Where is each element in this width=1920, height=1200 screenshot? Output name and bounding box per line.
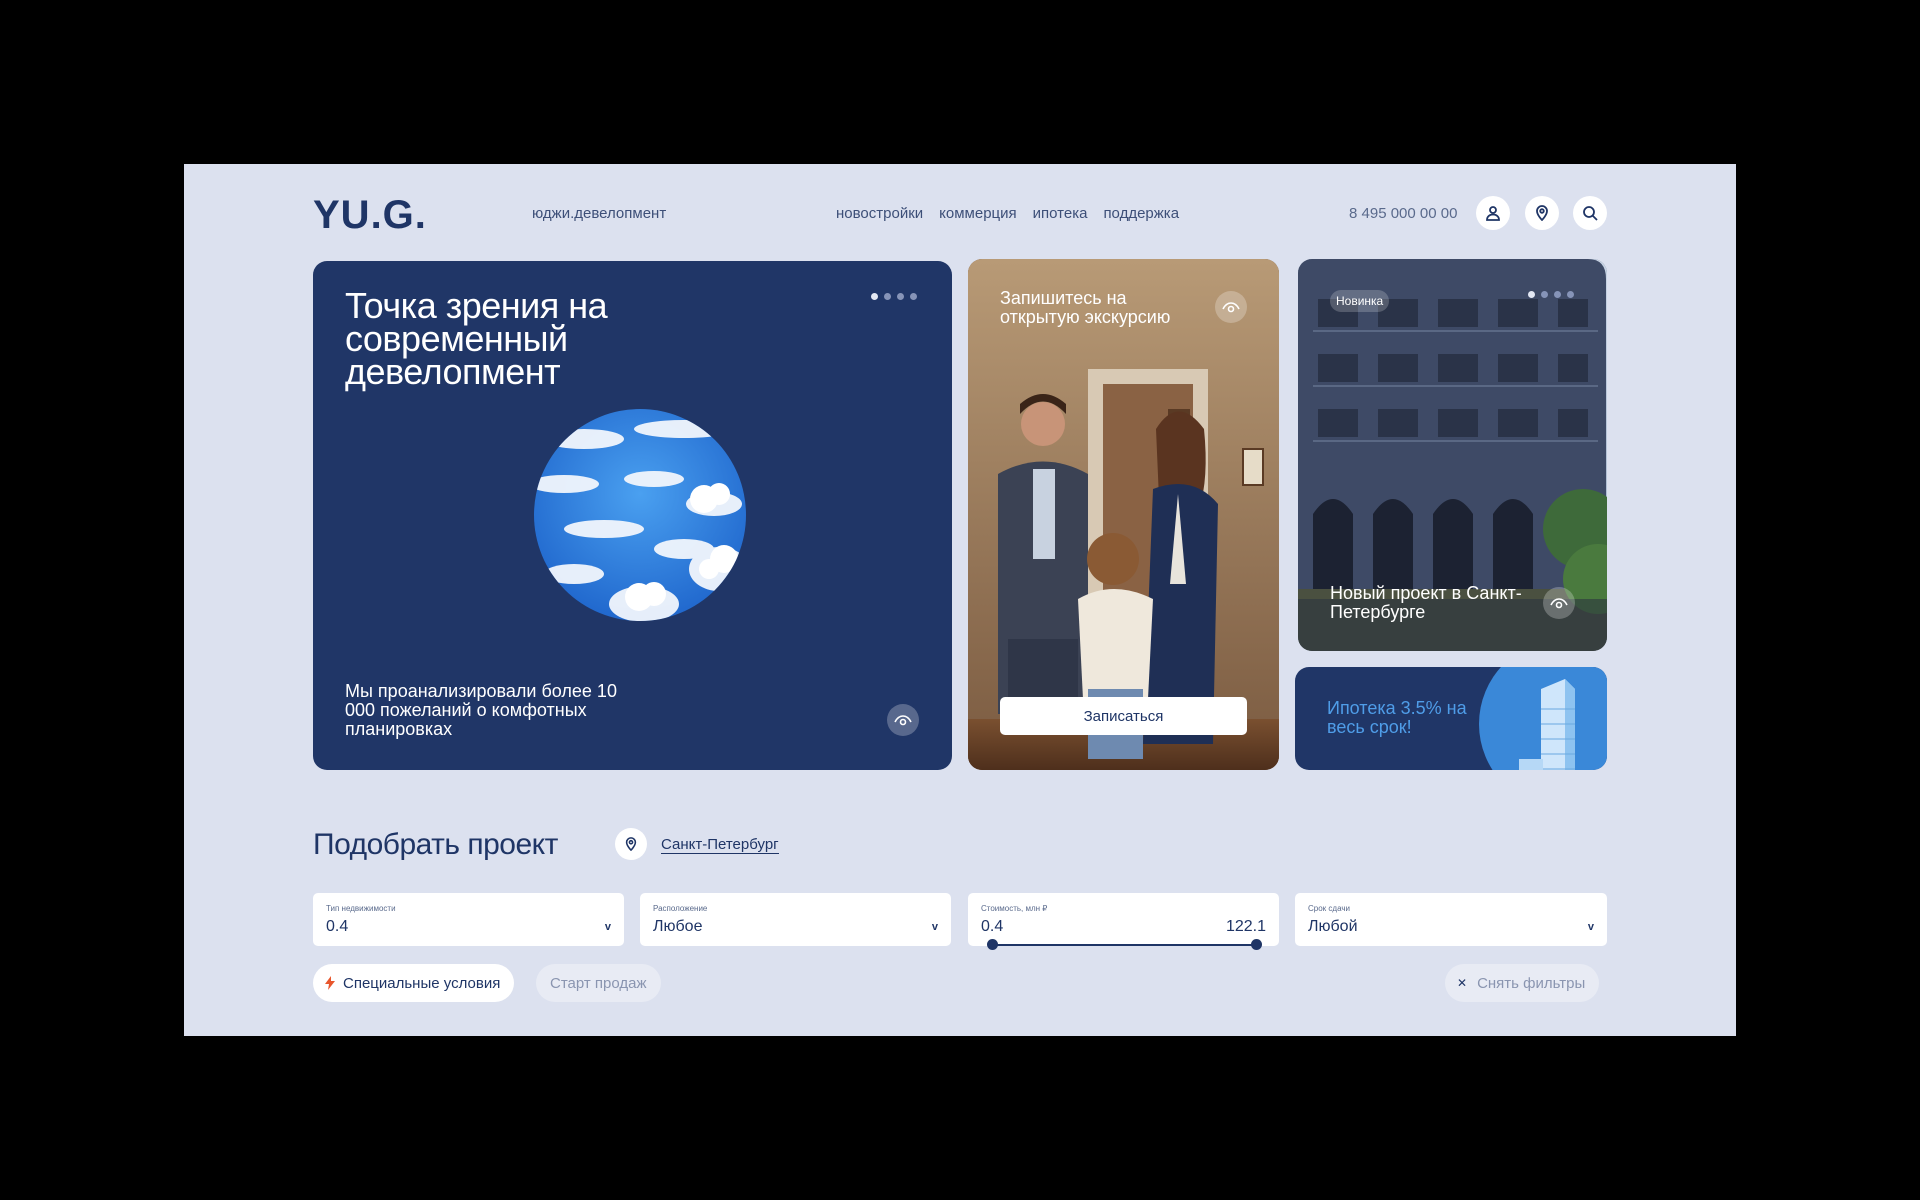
slider-min-handle[interactable] (987, 939, 998, 950)
slider-dot[interactable] (897, 293, 904, 300)
sales-start-chip[interactable]: Старт продаж (536, 964, 661, 1002)
field-value: Любой (1308, 918, 1358, 935)
search-button[interactable] (1573, 196, 1607, 230)
logo[interactable]: YU.G. (313, 195, 427, 235)
section-title: Подобрать проект (313, 828, 558, 861)
slider-dot[interactable] (910, 293, 917, 300)
chevron-down-icon: v (931, 921, 938, 933)
slider-track[interactable] (991, 944, 1257, 946)
eye-icon (1550, 598, 1568, 609)
chevron-down-icon: v (604, 921, 611, 933)
eye-icon (1222, 302, 1240, 313)
slider-dot[interactable] (1528, 291, 1535, 298)
close-icon: ✕ (1457, 976, 1468, 990)
price-max: 122.1 (1225, 918, 1266, 935)
field-label: Срок сдачи (1308, 904, 1350, 913)
slider-dot[interactable] (871, 293, 878, 300)
mortgage-card[interactable]: Ипотека 3.5% на весь срок! (1295, 667, 1607, 770)
hero-card[interactable]: Точка зрения на современный девелопмент (313, 261, 952, 770)
slider-max-handle[interactable] (1251, 939, 1262, 950)
special-conditions-chip[interactable]: Специальные условия (313, 964, 515, 1002)
content: YU.G. юджи.девелопмент новостройки комме… (313, 164, 1607, 1036)
new-badge: Новинка (1330, 290, 1390, 312)
hero-subtitle: Мы проанализировали более 10 000 пожелан… (345, 681, 617, 739)
chip-label: Старт продаж (550, 974, 647, 992)
phone-number[interactable]: 8 495 000 00 00 (1349, 205, 1457, 222)
field-value: Любое (653, 918, 703, 935)
slider-dot[interactable] (1554, 291, 1561, 298)
field-label: Тип недвижимости (326, 904, 396, 913)
family-photo (968, 259, 1279, 770)
tour-view-button[interactable] (1215, 291, 1247, 323)
field-label: Стоимость, млн ₽ (981, 904, 1048, 913)
eye-icon (894, 715, 912, 726)
sky-circle-image (534, 409, 746, 621)
completion-date-select[interactable]: Срок сдачи Любой v (1295, 893, 1607, 946)
property-type-select[interactable]: Тип недвижимости 0.4 v (313, 893, 624, 946)
mortgage-title: Ипотека 3.5% на весь срок! (1327, 698, 1467, 737)
chevron-down-icon: v (1587, 921, 1594, 933)
nav-item-commercial[interactable]: коммерция (939, 205, 1016, 222)
project-view-button[interactable] (1543, 587, 1575, 619)
field-value: 0.4 (326, 918, 349, 935)
user-icon (1486, 206, 1500, 221)
city-pin-button[interactable] (615, 828, 647, 860)
slider-dot[interactable] (1541, 291, 1548, 298)
chip-label: Снять фильтры (1477, 974, 1586, 992)
nav-item-new-buildings[interactable]: новостройки (836, 205, 923, 222)
hero-slider-dots[interactable] (871, 293, 917, 300)
slider-dot[interactable] (884, 293, 891, 300)
map-pin-icon (625, 837, 637, 851)
page: YU.G. юджи.девелопмент новостройки комме… (184, 164, 1736, 1036)
lightning-icon (325, 976, 335, 990)
map-pin-icon (1536, 205, 1548, 221)
tour-title: Запишитесь на открытую экскурсию (1000, 288, 1171, 327)
price-min: 0.4 (981, 918, 1004, 935)
nav-item-mortgage[interactable]: ипотека (1033, 205, 1088, 222)
main-nav: новостройки коммерция ипотека поддержка (836, 205, 1179, 222)
new-project-title: Новый проект в Санкт-Петербурге (1330, 583, 1522, 622)
search-icon (1583, 206, 1598, 221)
slider-dot[interactable] (1567, 291, 1574, 298)
tour-card[interactable]: Запишитесь на открытую экскурсию Записат… (968, 259, 1279, 770)
chip-label: Специальные условия (343, 974, 501, 992)
hero-view-button[interactable] (887, 704, 919, 736)
project-slider-dots[interactable] (1528, 291, 1574, 298)
new-project-card[interactable]: Новинка Новый проект в Санкт-Петербурге (1298, 259, 1607, 651)
price-range-slider[interactable]: Стоимость, млн ₽ 0.4 122.1 (968, 893, 1279, 950)
field-label: Расположение (653, 904, 708, 913)
signup-button[interactable]: Записаться (1000, 697, 1247, 735)
reset-filters-button[interactable]: ✕ Снять фильтры (1445, 964, 1600, 1002)
tagline: юджи.девелопмент (532, 205, 667, 222)
hero-title: Точка зрения на современный девелопмент (345, 285, 608, 392)
mortgage-building-image (1479, 667, 1607, 770)
location-button[interactable] (1525, 196, 1559, 230)
profile-button[interactable] (1476, 196, 1510, 230)
nav-item-support[interactable]: поддержка (1103, 205, 1179, 222)
city-selector[interactable]: Санкт-Петербург (661, 836, 779, 854)
location-select[interactable]: Расположение Любое v (640, 893, 951, 946)
